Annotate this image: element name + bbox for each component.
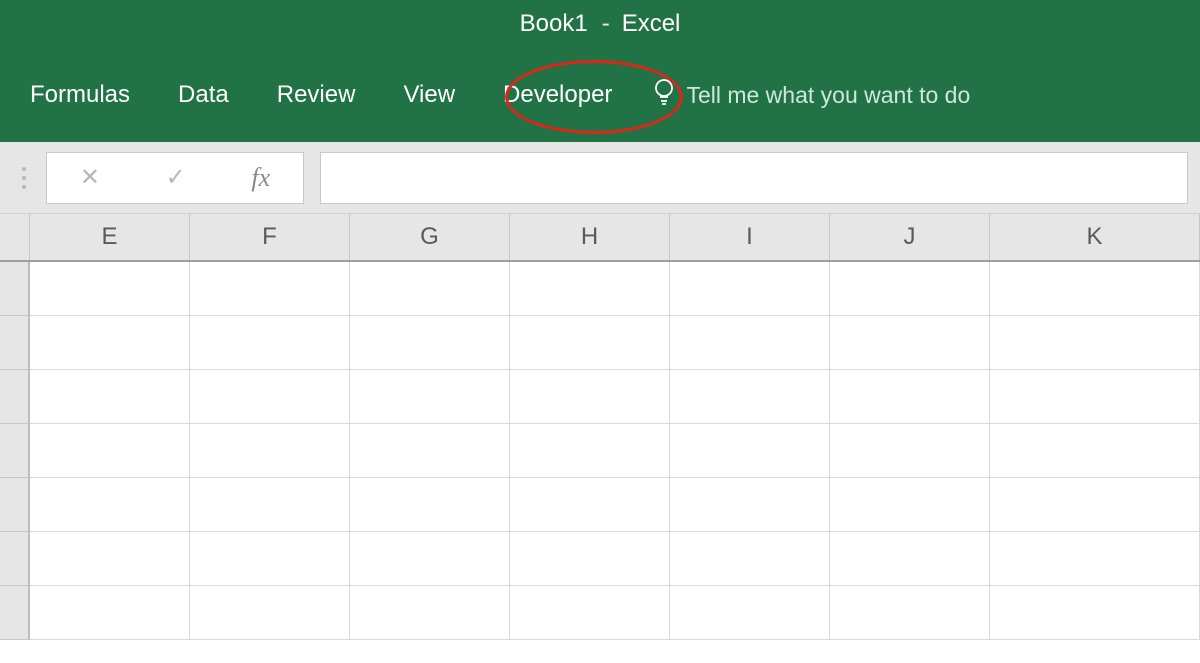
- cell[interactable]: [990, 586, 1200, 640]
- cell[interactable]: [510, 532, 670, 586]
- lightbulb-icon: [652, 77, 676, 113]
- cell[interactable]: [190, 424, 350, 478]
- cell[interactable]: [350, 424, 510, 478]
- grid-row: [0, 370, 1200, 424]
- cell[interactable]: [350, 586, 510, 640]
- cell[interactable]: [670, 424, 830, 478]
- cell[interactable]: [190, 316, 350, 370]
- cell[interactable]: [350, 316, 510, 370]
- cell[interactable]: [670, 262, 830, 316]
- cell[interactable]: [830, 478, 990, 532]
- grid-row: [0, 532, 1200, 586]
- tell-me-search[interactable]: Tell me what you want to do: [652, 77, 970, 113]
- cell[interactable]: [30, 424, 190, 478]
- row-header-stub[interactable]: [0, 478, 30, 532]
- column-header-H[interactable]: H: [510, 214, 670, 260]
- column-header-J[interactable]: J: [830, 214, 990, 260]
- row-header-stub[interactable]: [0, 586, 30, 640]
- title-separator: -: [602, 10, 610, 38]
- grid-row: [0, 478, 1200, 532]
- formula-bar-grip-icon[interactable]: [6, 167, 42, 189]
- cell[interactable]: [990, 262, 1200, 316]
- row-header-stub[interactable]: [0, 262, 30, 316]
- cell[interactable]: [990, 316, 1200, 370]
- grid-row: [0, 262, 1200, 316]
- cell[interactable]: [190, 478, 350, 532]
- grid-row: [0, 424, 1200, 478]
- cell[interactable]: [510, 586, 670, 640]
- cell[interactable]: [510, 262, 670, 316]
- cell[interactable]: [830, 424, 990, 478]
- tab-view[interactable]: View: [385, 75, 473, 115]
- formula-bar-input[interactable]: [320, 152, 1188, 204]
- cell[interactable]: [190, 532, 350, 586]
- cell[interactable]: [510, 370, 670, 424]
- cell[interactable]: [190, 262, 350, 316]
- cell[interactable]: [350, 532, 510, 586]
- tab-developer[interactable]: Developer: [485, 75, 630, 115]
- cell[interactable]: [830, 370, 990, 424]
- cell[interactable]: [510, 316, 670, 370]
- cancel-formula-button[interactable]: ✕: [80, 163, 100, 192]
- cell[interactable]: [30, 532, 190, 586]
- row-header-stub[interactable]: [0, 316, 30, 370]
- column-header-G[interactable]: G: [350, 214, 510, 260]
- cell[interactable]: [190, 370, 350, 424]
- row-header-stub[interactable]: [0, 370, 30, 424]
- cell[interactable]: [30, 370, 190, 424]
- cell[interactable]: [990, 478, 1200, 532]
- cell[interactable]: [30, 586, 190, 640]
- column-header-F[interactable]: F: [190, 214, 350, 260]
- tab-data[interactable]: Data: [160, 75, 247, 115]
- cell[interactable]: [670, 478, 830, 532]
- grid-body: [0, 262, 1200, 640]
- cell[interactable]: [830, 262, 990, 316]
- column-header-E[interactable]: E: [30, 214, 190, 260]
- title-bar: Book1 - Excel: [0, 0, 1200, 48]
- row-header-stub[interactable]: [0, 424, 30, 478]
- cell[interactable]: [30, 262, 190, 316]
- cell[interactable]: [990, 532, 1200, 586]
- cell[interactable]: [30, 478, 190, 532]
- ribbon-tabs: Formulas Data Review View Developer Tell…: [0, 48, 1200, 142]
- document-name: Book1: [520, 10, 588, 38]
- grid-row: [0, 316, 1200, 370]
- grid-row: [0, 586, 1200, 640]
- cell[interactable]: [670, 316, 830, 370]
- cell[interactable]: [670, 370, 830, 424]
- cell[interactable]: [830, 532, 990, 586]
- cell[interactable]: [990, 424, 1200, 478]
- cell[interactable]: [190, 586, 350, 640]
- tab-formulas[interactable]: Formulas: [12, 75, 148, 115]
- row-header-stub[interactable]: [0, 532, 30, 586]
- cell[interactable]: [990, 370, 1200, 424]
- formula-bar-row: ✕ ✓ fx: [0, 142, 1200, 214]
- tell-me-placeholder: Tell me what you want to do: [686, 82, 970, 109]
- cell[interactable]: [670, 532, 830, 586]
- worksheet: E F G H I J K: [0, 214, 1200, 640]
- cell[interactable]: [670, 586, 830, 640]
- cell[interactable]: [830, 586, 990, 640]
- cell[interactable]: [30, 316, 190, 370]
- column-header-K[interactable]: K: [990, 214, 1200, 260]
- tab-review[interactable]: Review: [259, 75, 374, 115]
- cell[interactable]: [510, 424, 670, 478]
- select-all-stub[interactable]: [0, 214, 30, 260]
- app-name: Excel: [622, 10, 681, 38]
- column-header-I[interactable]: I: [670, 214, 830, 260]
- column-headers: E F G H I J K: [0, 214, 1200, 262]
- cell[interactable]: [350, 262, 510, 316]
- confirm-formula-button[interactable]: ✓: [166, 163, 186, 192]
- cell[interactable]: [350, 478, 510, 532]
- cell[interactable]: [510, 478, 670, 532]
- cell[interactable]: [830, 316, 990, 370]
- insert-function-button[interactable]: fx: [251, 163, 270, 193]
- name-box-group: ✕ ✓ fx: [46, 152, 304, 204]
- cell[interactable]: [350, 370, 510, 424]
